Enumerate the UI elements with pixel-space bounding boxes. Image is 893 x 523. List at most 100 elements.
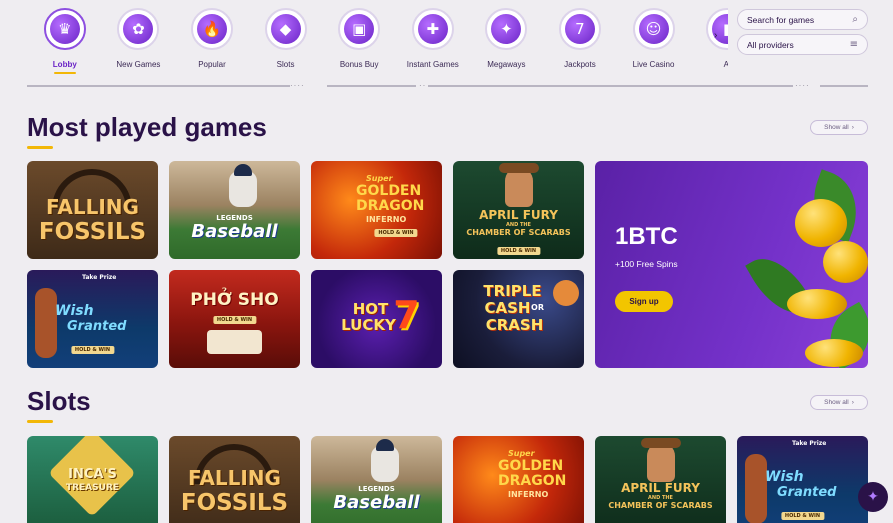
jackpot-777-icon-glyph: 7: [564, 14, 595, 44]
category-popular[interactable]: 🔥 Popular: [175, 4, 249, 74]
category-label: Popular: [198, 60, 226, 69]
game-title: TREASURE: [65, 483, 120, 493]
flame-icon: 🔥: [190, 8, 233, 50]
game-tile-hot-lucky[interactable]: HOT LUCKY 7: [311, 270, 442, 368]
game-title: APRIL FURY: [479, 208, 558, 222]
hold-win-badge: HOLD & WIN: [780, 512, 825, 520]
divider-2: [327, 85, 416, 87]
chevron-right-icon: ›: [851, 399, 854, 406]
promo-subtitle: +100 Free Spins: [615, 259, 678, 269]
game-connector: OR: [531, 303, 544, 312]
category-megaways[interactable]: ✦ Megaways: [470, 4, 544, 74]
game-subtitle: Super: [508, 449, 535, 458]
category-label: New Games: [116, 60, 161, 69]
gem-icon: ◆: [264, 8, 307, 50]
game-title: INCA'S: [68, 467, 117, 482]
new-games-icon: ✿: [117, 8, 160, 50]
game-tile-golden-dragon[interactable]: Super GOLDEN DRAGON INFERNO HOLD & WIN: [311, 161, 442, 259]
megaways-icon: ✦: [485, 8, 528, 50]
active-underline: [53, 72, 76, 74]
game-tile-april-fury[interactable]: APRIL FURY AND THE CHAMBER OF SCARABS: [595, 436, 726, 523]
game-tile-falling-fossils[interactable]: FALLING FOSSILS: [27, 161, 158, 259]
flame-icon-glyph: 🔥: [196, 14, 227, 44]
game-title: TRIPLE: [483, 282, 542, 300]
divider-4: [820, 85, 868, 87]
category-label: Slots: [276, 60, 295, 69]
game-tile-falling-fossils[interactable]: FALLING FOSSILS: [169, 436, 300, 523]
show-all-slots-button[interactable]: Show all ›: [810, 395, 868, 410]
game-tile-wish-granted[interactable]: Take Prize Wish Granted HOLD & WIN: [27, 270, 158, 368]
section-title-most-played: Most played games: [27, 112, 267, 142]
scroll-dots: ····: [290, 81, 305, 90]
game-title: CRASH: [485, 316, 544, 334]
game-tile-legends-baseball[interactable]: LEGENDS Baseball: [311, 436, 442, 523]
game-tile-incas-treasure[interactable]: INCA'S TREASURE: [27, 436, 158, 523]
game-subtitle: INFERNO: [366, 215, 407, 224]
category-instant-games[interactable]: ✚ Instant Games: [396, 4, 470, 74]
coin-decoration: [787, 289, 847, 319]
search-input[interactable]: [747, 14, 843, 25]
game-title: APRIL FURY: [621, 481, 700, 495]
category-label: Bonus Buy: [339, 60, 379, 69]
game-tile-triple-cash[interactable]: TRIPLE CASH OR CRASH: [453, 270, 584, 368]
show-all-most-played-button[interactable]: Show all ›: [810, 120, 868, 135]
game-title: PHỞ SHO: [190, 290, 279, 310]
hold-win-badge: HOLD & WIN: [212, 316, 257, 324]
category-live-casino[interactable]: ☺ Live Casino: [617, 4, 691, 74]
game-tile-wish-granted[interactable]: Take Prize Wish Granted HOLD & WIN: [737, 436, 868, 523]
chevron-right-icon: ›: [851, 124, 854, 131]
gift-icon-glyph: ▣: [344, 14, 375, 44]
category-new-games[interactable]: ✿ New Games: [102, 4, 176, 74]
section-title-slots: Slots: [27, 386, 91, 416]
promo-banner[interactable]: 1BTC +100 Free Spins Sign up: [595, 161, 868, 368]
game-title: GOLDEN: [498, 458, 564, 474]
category-al[interactable]: ▮ Al: [690, 4, 728, 74]
game-number: 7: [393, 293, 420, 337]
scroll-dots: ··: [419, 81, 427, 90]
divider-3: [428, 85, 793, 87]
category-bonus-buy[interactable]: ▣ Bonus Buy: [322, 4, 396, 74]
category-label: Jackpots: [564, 60, 596, 69]
coin-decoration: [805, 339, 863, 367]
hold-win-badge: HOLD & WIN: [70, 346, 115, 354]
provider-select[interactable]: All providers ≡: [737, 34, 868, 55]
category-label: Instant Games: [406, 60, 459, 69]
game-title: Granted: [777, 485, 837, 500]
game-title: FALLING: [46, 195, 139, 219]
support-chat-icon[interactable]: ✦: [858, 482, 888, 512]
game-tile-pho-sho[interactable]: PHỞ SHO HOLD & WIN: [169, 270, 300, 368]
category-label: Lobby: [52, 60, 77, 69]
divider-1: [27, 85, 290, 87]
game-title: GOLDEN: [356, 183, 422, 199]
category-jackpots[interactable]: 7 Jackpots: [543, 4, 617, 74]
gamepad-icon-glyph: ✚: [417, 14, 448, 44]
jackpot-777-icon: 7: [558, 8, 601, 50]
sign-up-button[interactable]: Sign up: [615, 291, 673, 312]
game-tile-golden-dragon[interactable]: Super GOLDEN DRAGON INFERNO: [453, 436, 584, 523]
live-dealer-icon: ☺: [632, 8, 675, 50]
hold-win-badge: HOLD & WIN: [374, 229, 418, 237]
category-nav: ♛ Lobby ✿ New Games 🔥 Popular ◆ Slots ▣ Bonus Buy…: [28, 4, 728, 74]
search-icon[interactable]: ⌕: [852, 14, 858, 25]
category-slots[interactable]: ◆ Slots: [249, 4, 323, 74]
search-box[interactable]: ⌕: [737, 9, 868, 30]
hold-win-badge: HOLD & WIN: [496, 247, 541, 255]
gamepad-icon: ✚: [411, 8, 454, 50]
category-lobby[interactable]: ♛ Lobby: [28, 4, 102, 74]
crown-icon: ♛: [43, 8, 86, 50]
game-title: Wish: [765, 469, 804, 485]
show-all-label: Show all: [824, 124, 849, 131]
game-title: Granted: [67, 319, 127, 334]
live-dealer-icon-glyph: ☺: [638, 14, 669, 44]
megaways-icon-glyph: ✦: [491, 14, 522, 44]
game-tile-legends-baseball[interactable]: LEGENDS Baseball: [169, 161, 300, 259]
title-underline: [27, 420, 53, 423]
gem-icon-glyph: ◆: [270, 14, 301, 44]
game-title: Wish: [55, 303, 94, 319]
scroll-dots: ····: [795, 81, 810, 90]
chevron-right-icon[interactable]: ›: [714, 30, 717, 41]
coin-decoration: [795, 199, 847, 247]
title-underline: [27, 146, 53, 149]
game-tile-april-fury[interactable]: APRIL FURY AND THE CHAMBER OF SCARABS HO…: [453, 161, 584, 259]
category-label: Live Casino: [632, 60, 675, 69]
